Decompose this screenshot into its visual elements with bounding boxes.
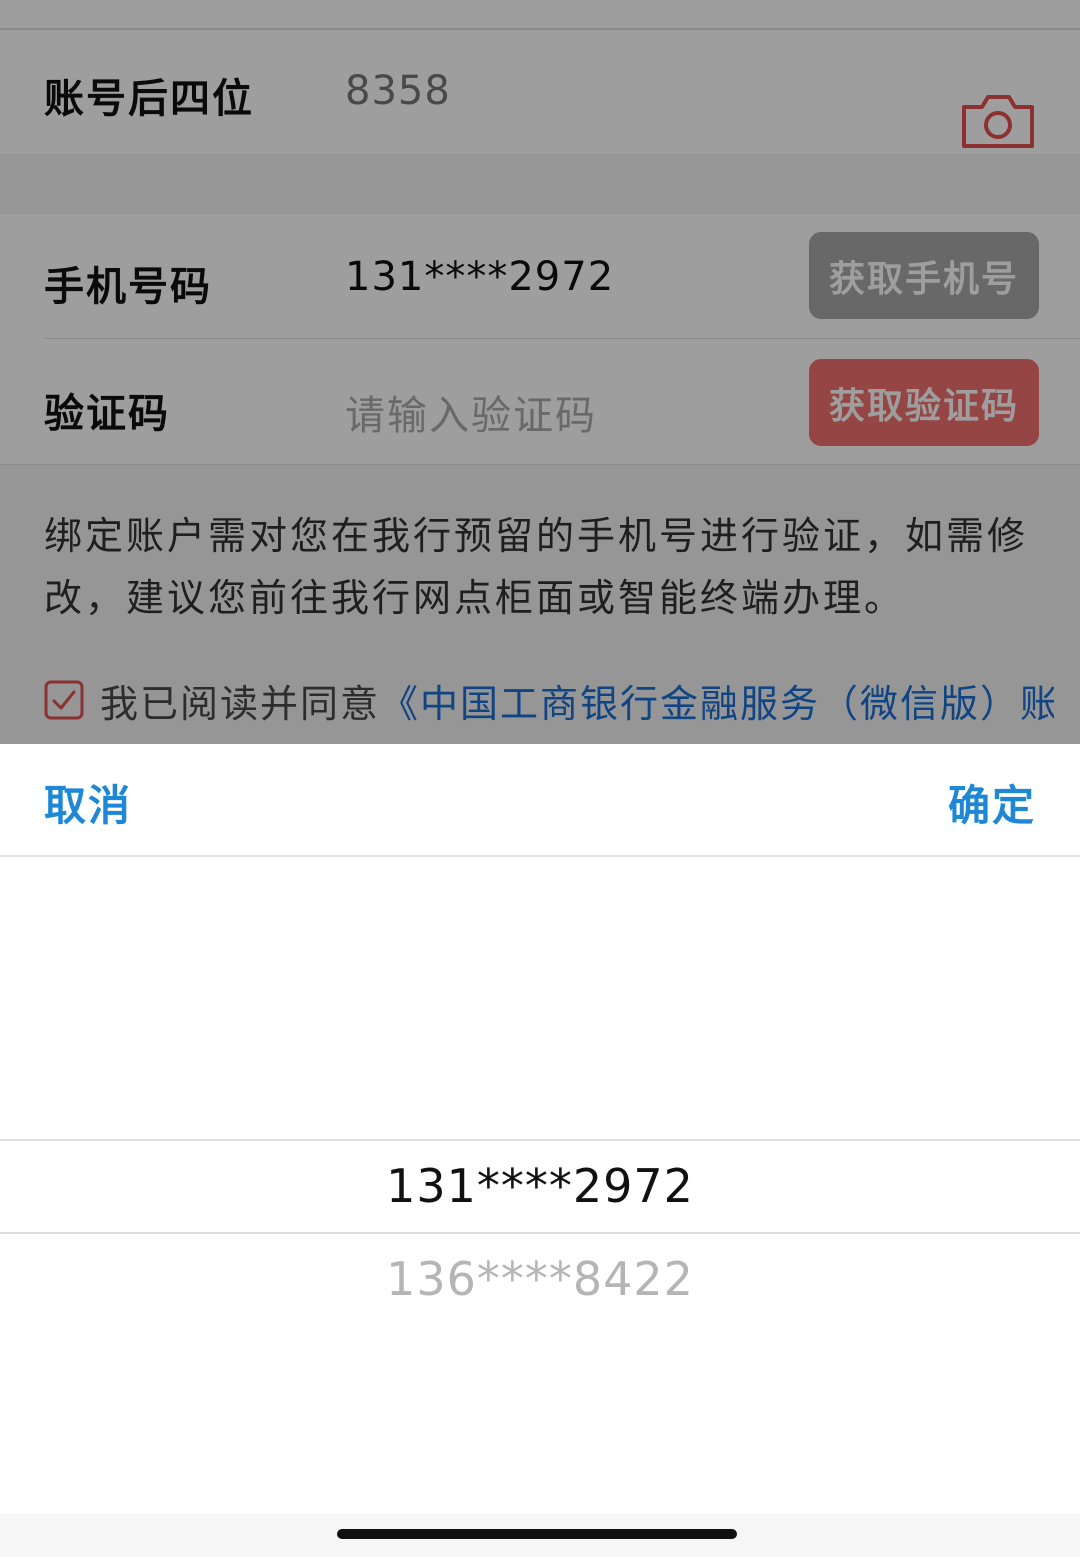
modal-overlay[interactable] — [0, 0, 1080, 744]
picker-option-selected[interactable]: 131****2972 — [0, 1159, 1080, 1213]
cancel-button[interactable]: 取消 — [44, 772, 132, 833]
phone-binding-screen: 账号后四位 8358 手机号码 131****2972 获取手机号 验证码 请输… — [0, 0, 1080, 1557]
picker-header: 取消 确定 — [0, 744, 1080, 857]
picker-selection-top-line — [0, 1139, 1080, 1141]
picker-option[interactable]: 136****8422 — [0, 1252, 1080, 1306]
picker-selection-bottom-line — [0, 1232, 1080, 1234]
confirm-button[interactable]: 确定 — [948, 772, 1036, 833]
phone-picker-sheet: 取消 确定 131****2972 136****8422 — [0, 744, 1080, 1557]
home-indicator[interactable] — [337, 1529, 737, 1539]
